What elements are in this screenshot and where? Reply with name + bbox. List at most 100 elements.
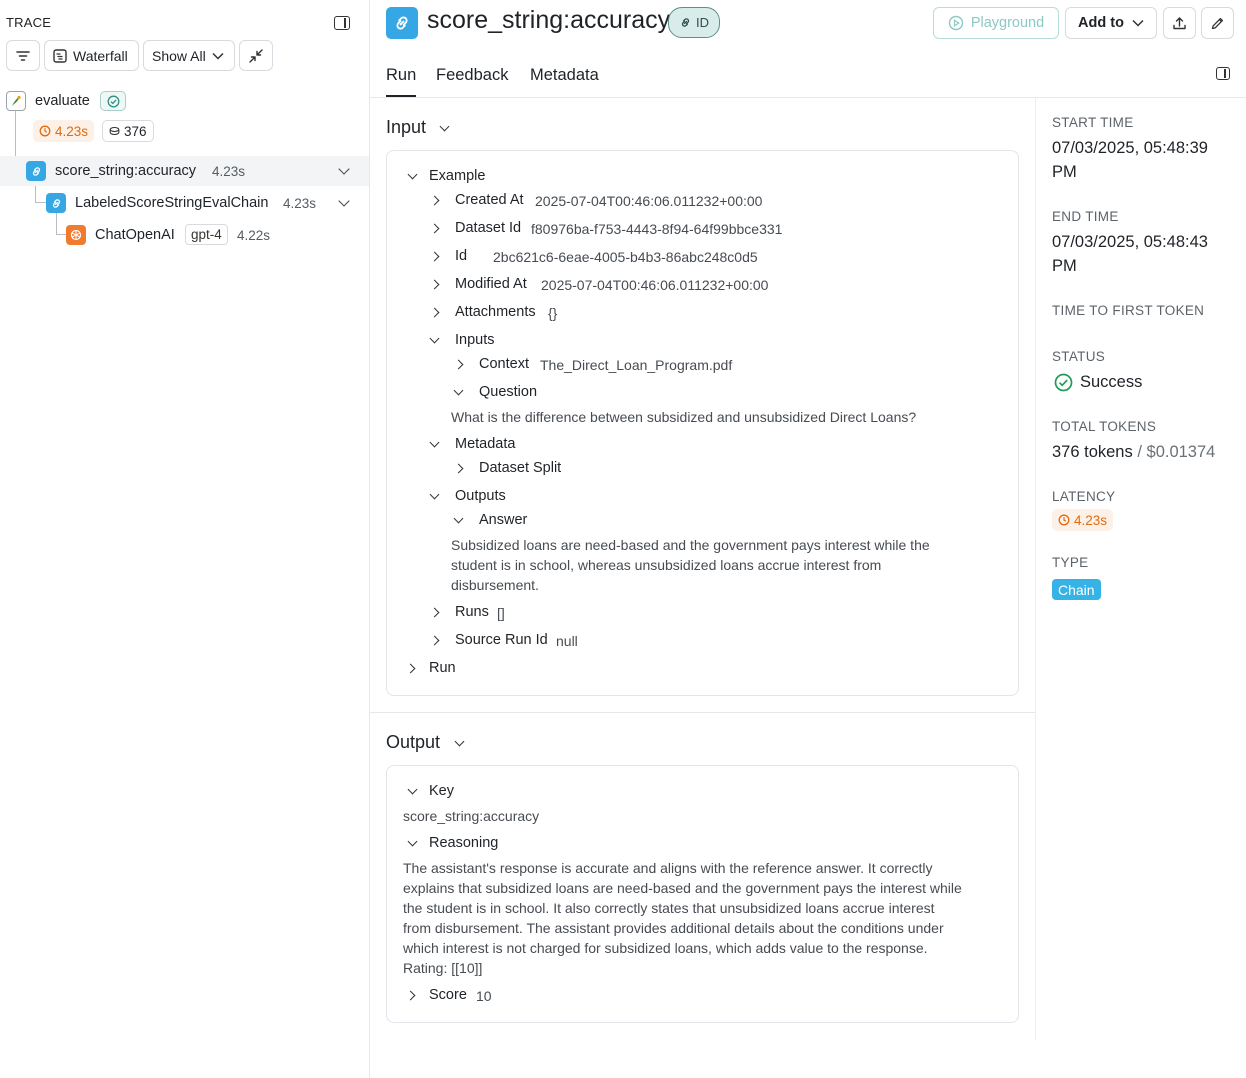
outputs-toggle[interactable]: Outputs bbox=[455, 488, 506, 504]
end-time-value: 07/03/2025, 05:48:43 PM bbox=[1052, 233, 1208, 275]
status-value: Success bbox=[1080, 373, 1143, 391]
answer-line: disbursement. bbox=[451, 577, 539, 593]
latency-label: LATENCY bbox=[1052, 489, 1116, 504]
trace-node-eval-chain[interactable]: LabeledScoreStringEvalChain bbox=[75, 195, 268, 211]
token-cost: $0.01374 bbox=[1146, 443, 1216, 461]
link-icon bbox=[681, 18, 690, 27]
share-button[interactable] bbox=[1163, 7, 1196, 39]
parrot-icon bbox=[6, 91, 26, 111]
answer-text: Subsidized loans are need-based and the … bbox=[451, 535, 930, 595]
collapse-all-button[interactable] bbox=[239, 40, 273, 71]
id-label: ID bbox=[696, 15, 709, 30]
total-tokens-value: 376 tokens / $0.01374 bbox=[1052, 440, 1215, 464]
section-divider bbox=[370, 712, 1035, 713]
id-key[interactable]: Id bbox=[455, 248, 467, 264]
waterfall-icon bbox=[53, 48, 67, 63]
reasoning-line: The assistant's response is accurate and… bbox=[403, 860, 933, 876]
score-key[interactable]: Score bbox=[429, 987, 467, 1003]
key-toggle[interactable]: Key bbox=[429, 783, 454, 799]
show-all-label: Show All bbox=[152, 47, 206, 64]
collapse-panel-icon[interactable] bbox=[334, 16, 350, 30]
openai-icon bbox=[66, 225, 86, 245]
chevron-down-icon[interactable] bbox=[338, 195, 350, 207]
tab-metadata[interactable]: Metadata bbox=[530, 66, 599, 85]
run-toggle[interactable]: Run bbox=[429, 660, 456, 676]
details-divider bbox=[1035, 98, 1036, 1040]
waterfall-label: Waterfall bbox=[73, 47, 128, 64]
dataset-id-value: f80976ba-f753-4443-8f94-64f99bbce331 bbox=[531, 221, 783, 237]
add-to-dropdown[interactable]: Add to bbox=[1065, 7, 1157, 39]
playground-button[interactable]: Playground bbox=[933, 7, 1059, 39]
token-total: 376 tokens bbox=[1052, 443, 1133, 461]
tab-run[interactable]: Run bbox=[386, 66, 416, 85]
copy-id-button[interactable]: ID bbox=[668, 7, 720, 38]
inputs-toggle[interactable]: Inputs bbox=[455, 332, 495, 348]
source-run-id-key[interactable]: Source Run Id bbox=[455, 632, 548, 648]
answer-toggle[interactable]: Answer bbox=[479, 512, 527, 528]
modified-at-key[interactable]: Modified At bbox=[455, 276, 527, 292]
id-value: 2bc621c6-6eae-4005-b4b3-86abc248c0d5 bbox=[493, 249, 758, 265]
type-badge: Chain bbox=[1052, 579, 1101, 600]
trace-node-evaluate[interactable]: evaluate bbox=[35, 93, 90, 109]
chevron-down-icon bbox=[1132, 19, 1144, 27]
end-time-label: END TIME bbox=[1052, 209, 1119, 224]
metadata-toggle[interactable]: Metadata bbox=[455, 436, 515, 452]
input-section-title[interactable]: Input bbox=[386, 117, 426, 138]
filter-button[interactable] bbox=[6, 40, 40, 71]
chevron-down-icon[interactable] bbox=[454, 736, 465, 747]
runs-value: [] bbox=[497, 605, 505, 621]
time-to-first-token-label: TIME TO FIRST TOKEN bbox=[1052, 303, 1205, 318]
trace-panel: TRACE Waterfall Show All evaluate 4.23s … bbox=[0, 0, 370, 1078]
chevron-down-icon[interactable] bbox=[439, 121, 450, 132]
answer-line: student is in school, whereas unsubsidiz… bbox=[451, 557, 882, 573]
reasoning-toggle[interactable]: Reasoning bbox=[429, 835, 498, 851]
example-toggle[interactable]: Example bbox=[429, 168, 485, 184]
source-run-id-value: null bbox=[556, 633, 578, 649]
model-badge: gpt-4 bbox=[185, 224, 228, 245]
collapse-arrows-icon bbox=[249, 48, 263, 63]
edit-button[interactable] bbox=[1201, 7, 1234, 39]
reasoning-line: from disbursement. The assistant provide… bbox=[403, 920, 944, 936]
chevron-down-icon bbox=[212, 52, 224, 60]
context-key[interactable]: Context bbox=[479, 356, 529, 372]
reasoning-line: the student is in school. It also correc… bbox=[403, 900, 935, 916]
output-section-title[interactable]: Output bbox=[386, 732, 440, 753]
created-at-value: 2025-07-04T00:46:06.011232+00:00 bbox=[535, 193, 763, 209]
type-label: TYPE bbox=[1052, 555, 1089, 570]
score-value: 10 bbox=[476, 988, 492, 1004]
created-at-key[interactable]: Created At bbox=[455, 192, 524, 208]
run-type-link-icon bbox=[386, 7, 418, 39]
start-time-value: 07/03/2025, 05:48:39 PM bbox=[1052, 139, 1208, 181]
reasoning-line: which interest is not charged for subsid… bbox=[403, 940, 928, 956]
reasoning-line: Rating: [[10]] bbox=[403, 960, 483, 976]
reasoning-text: The assistant's response is accurate and… bbox=[403, 858, 962, 978]
context-value: The_Direct_Loan_Program.pdf bbox=[540, 357, 733, 373]
trace-node-latency: 4.23s bbox=[212, 164, 246, 179]
clock-icon bbox=[39, 125, 51, 137]
trace-node-score-string[interactable]: score_string:accuracy bbox=[55, 163, 196, 179]
waterfall-button[interactable]: Waterfall bbox=[44, 40, 139, 71]
attachments-key[interactable]: Attachments bbox=[455, 304, 536, 320]
dataset-id-key[interactable]: Dataset Id bbox=[455, 220, 521, 236]
toggle-details-panel-icon[interactable] bbox=[1216, 67, 1230, 80]
filter-icon bbox=[16, 50, 30, 61]
trace-node-chat-openai[interactable]: ChatOpenAI bbox=[95, 227, 175, 243]
show-all-dropdown[interactable]: Show All bbox=[143, 40, 235, 71]
dataset-split-key[interactable]: Dataset Split bbox=[479, 460, 561, 476]
pencil-icon bbox=[1211, 17, 1224, 29]
latency-value: 4.23s bbox=[1074, 512, 1108, 528]
modified-at-value: 2025-07-04T00:46:06.011232+00:00 bbox=[541, 277, 769, 293]
token-count: 376 bbox=[124, 123, 147, 139]
answer-line: Subsidized loans are need-based and the … bbox=[451, 537, 930, 553]
playground-label: Playground bbox=[970, 15, 1045, 31]
runs-key[interactable]: Runs bbox=[455, 604, 489, 620]
link-icon bbox=[26, 161, 46, 181]
separator: / bbox=[1137, 443, 1142, 461]
tab-feedback[interactable]: Feedback bbox=[436, 66, 508, 85]
tree-connector bbox=[56, 213, 57, 235]
question-toggle[interactable]: Question bbox=[479, 384, 537, 400]
trace-node-latency: 4.22s bbox=[237, 228, 271, 243]
play-circle-icon bbox=[948, 15, 964, 31]
question-text: What is the difference between subsidize… bbox=[451, 409, 917, 425]
total-tokens-label: TOTAL TOKENS bbox=[1052, 419, 1157, 434]
